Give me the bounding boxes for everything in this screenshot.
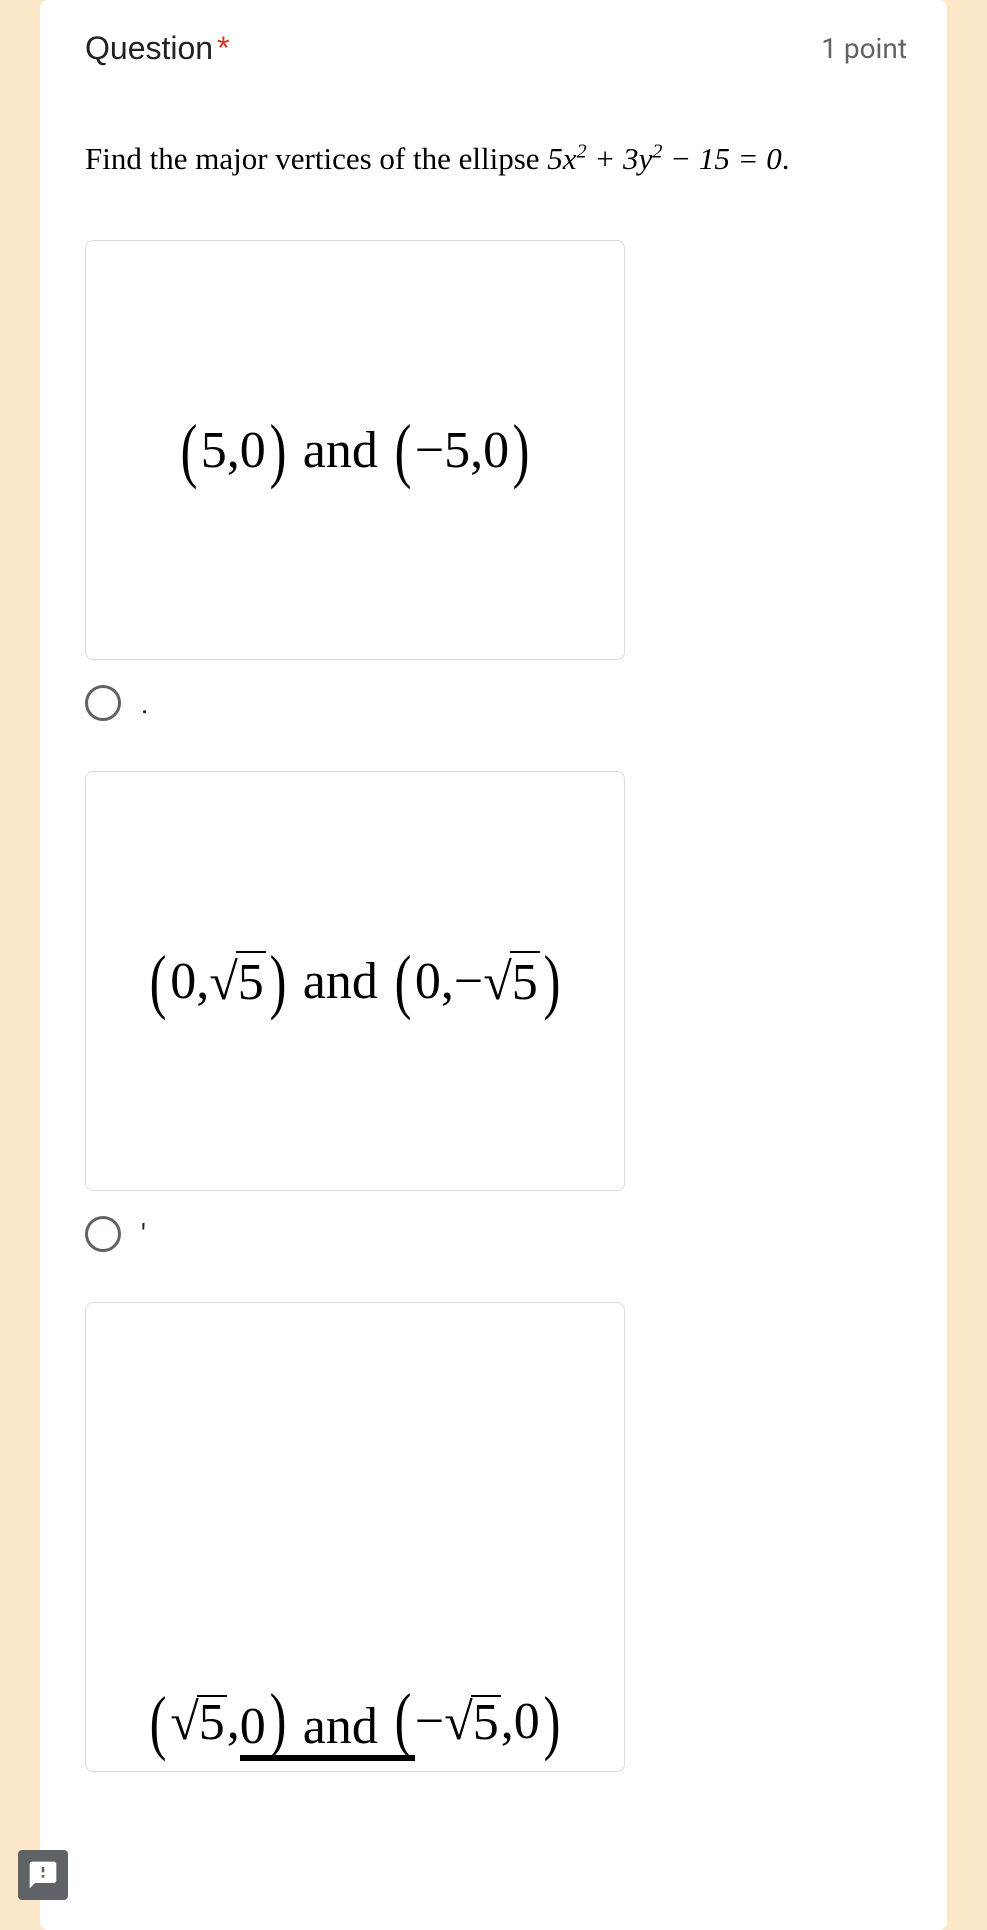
option-1: (5,0) and (−5,0) . [85, 240, 907, 721]
feedback-icon[interactable] [18, 1850, 68, 1900]
question-header: Question* 1 point [85, 30, 907, 67]
option-1-math: (5,0) and (−5,0) [177, 409, 533, 492]
option-1-label: . [141, 687, 148, 720]
points-label: 1 point [821, 32, 907, 65]
equation-text: 5x2 + 3y2 − 15 = 0 [547, 141, 781, 176]
option-1-radio[interactable] [85, 685, 121, 721]
report-problem-icon [27, 1859, 59, 1891]
required-indicator: * [217, 30, 229, 66]
option-2-label: ' [141, 1218, 146, 1251]
question-prompt: Find the major vertices of the ellipse 5… [85, 137, 907, 180]
option-2-image[interactable]: (0,5) and (0,−5) [85, 771, 625, 1191]
option-1-image[interactable]: (5,0) and (−5,0) [85, 240, 625, 660]
prompt-suffix: . [782, 141, 790, 176]
option-3-image[interactable]: (5,0) and (−5,0) [85, 1302, 625, 1772]
option-3: (5,0) and (−5,0) [85, 1302, 907, 1772]
option-2-radio-row: ' [85, 1216, 907, 1252]
option-3-math: (5,0) and (−5,0) [146, 1683, 563, 1761]
question-label: Question [85, 30, 213, 66]
option-1-radio-row: . [85, 685, 907, 721]
option-2-radio[interactable] [85, 1216, 121, 1252]
question-card: Question* 1 point Find the major vertice… [40, 0, 947, 1930]
option-2-math: (0,5) and (0,−5) [146, 940, 563, 1023]
prompt-prefix: Find the major vertices of the ellipse [85, 141, 547, 176]
question-title-wrap: Question* [85, 30, 230, 67]
option-2: (0,5) and (0,−5) ' [85, 771, 907, 1252]
